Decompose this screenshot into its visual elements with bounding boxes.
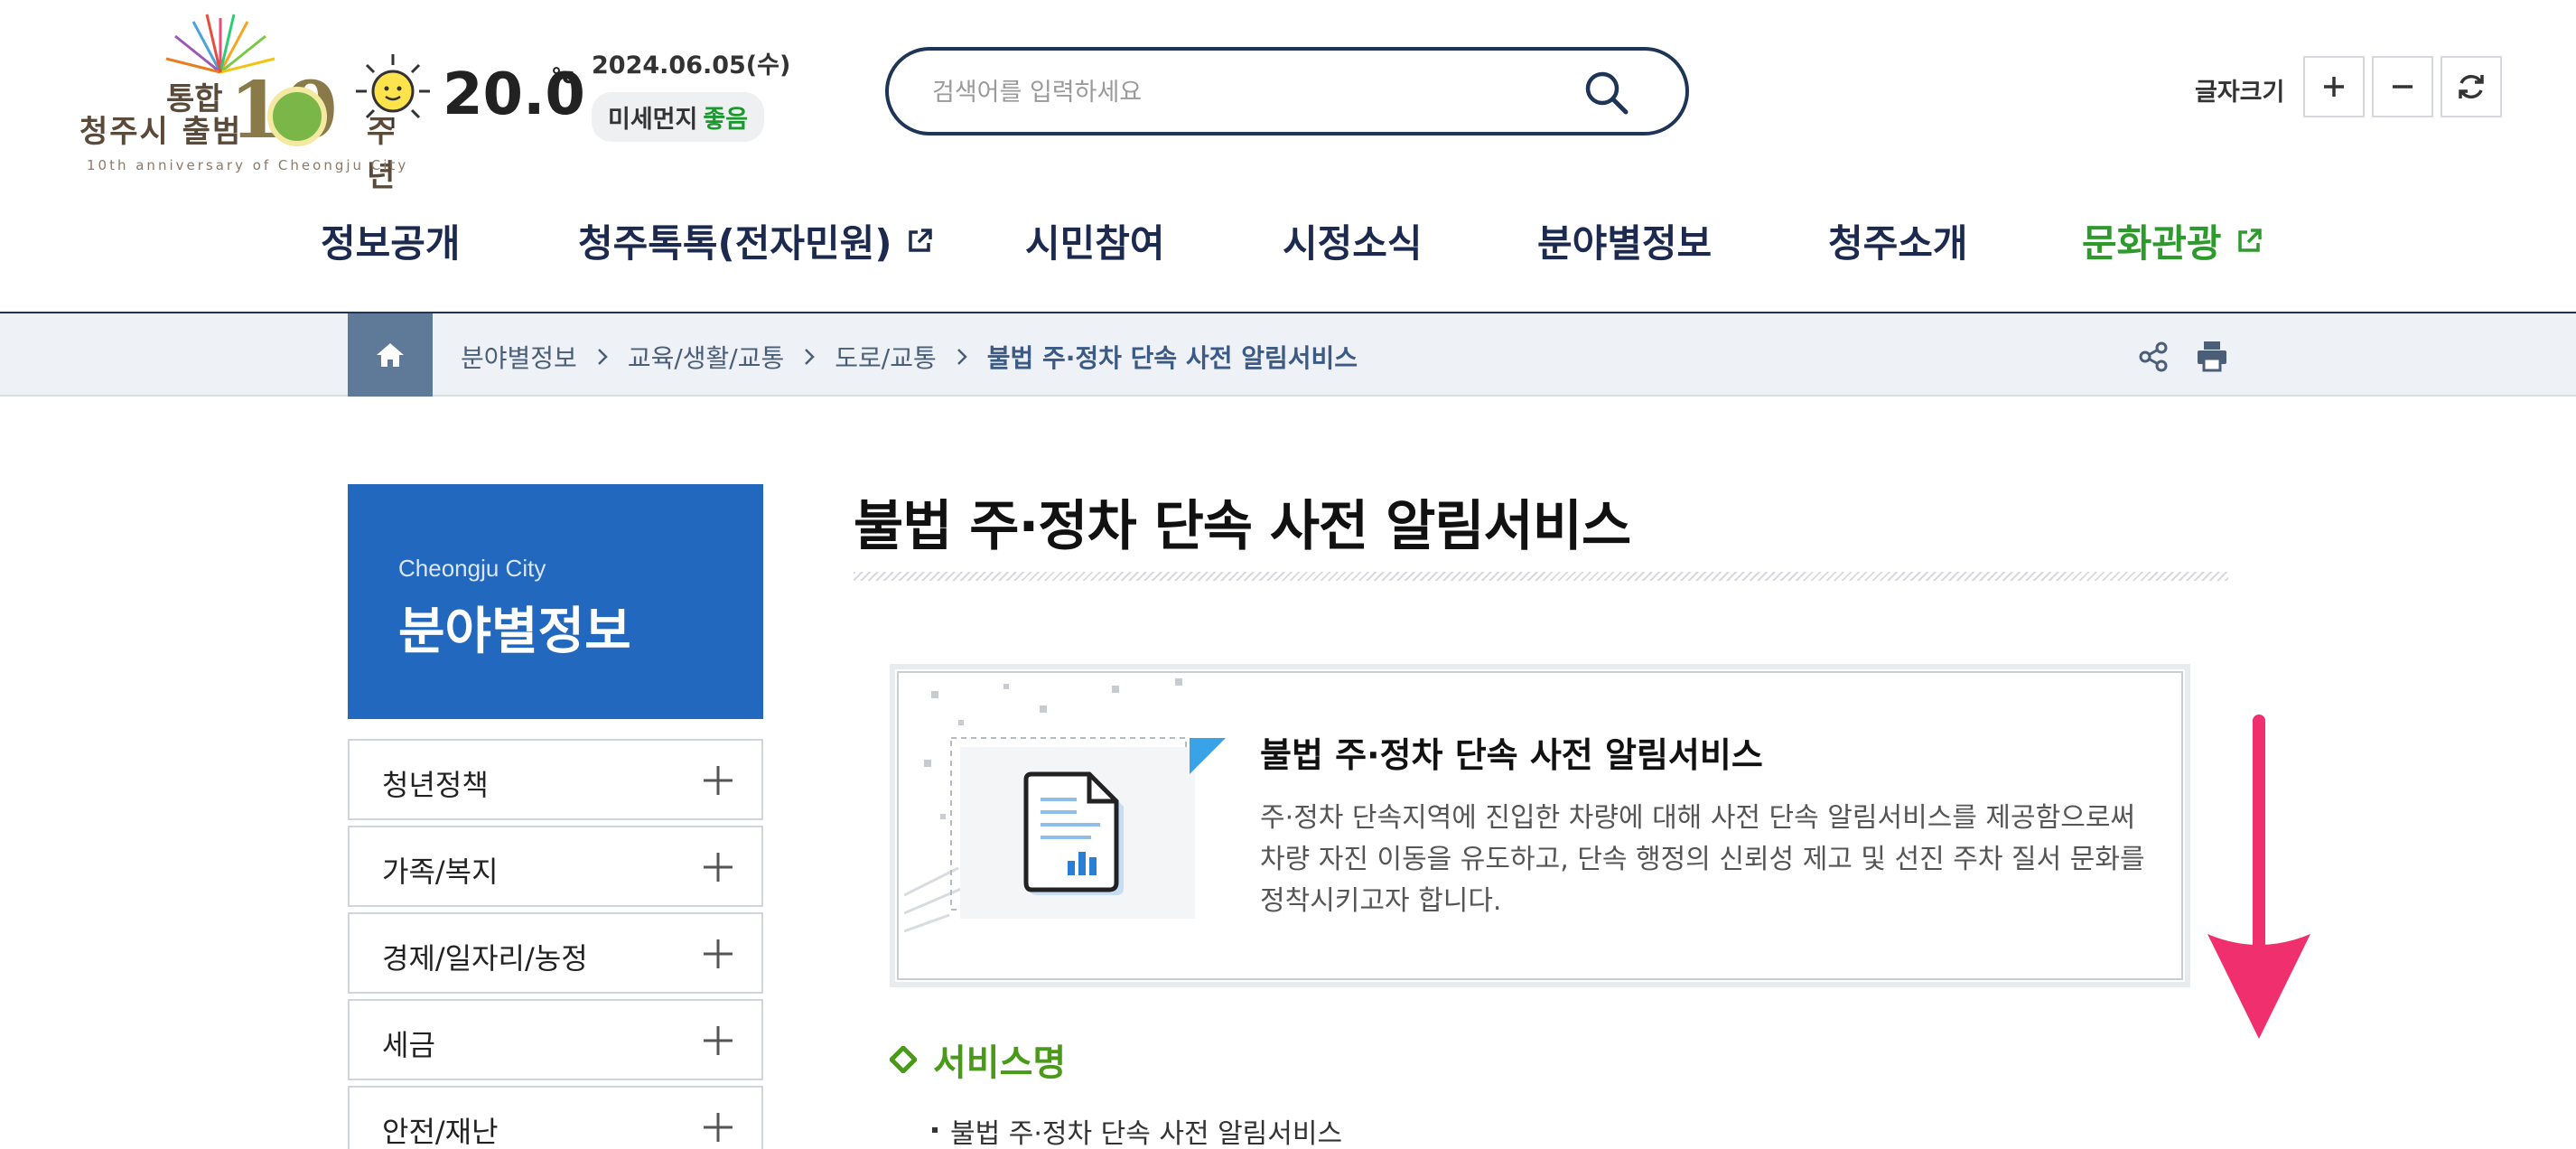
plus-icon bbox=[704, 1026, 733, 1055]
search-box bbox=[885, 47, 1689, 135]
gnb-item-culture-tourism[interactable]: 문화관광 bbox=[2082, 213, 2263, 268]
gnb-item-civil-complaint[interactable]: 청주톡톡(전자민원) bbox=[578, 213, 934, 268]
sidebar-item-tax[interactable]: 세금 bbox=[348, 999, 763, 1080]
main-navigation: 정보공개 청주톡톡(전자민원) 시민참여 시정소식 분야별정보 청주소개 문화관… bbox=[0, 201, 2576, 309]
plus-icon bbox=[704, 939, 733, 968]
city-logo[interactable]: 통합 청주시 출범 10 주년 10th anniversary of Cheo… bbox=[76, 9, 406, 194]
gnb-item-info-disclosure[interactable]: 정보공개 bbox=[321, 213, 461, 268]
leaf-icon bbox=[267, 87, 327, 146]
temperature-unit: °c bbox=[551, 63, 575, 89]
print-icon[interactable] bbox=[2195, 339, 2229, 373]
logo-subtitle: 10th anniversary of Cheongju City bbox=[87, 157, 409, 173]
intro-heading: 불법 주·정차 단속 사전 알림서비스 bbox=[1260, 735, 1763, 775]
breadcrumb-item[interactable]: 분야별정보 bbox=[461, 339, 577, 375]
sidebar-item-youth-policy[interactable]: 청년정책 bbox=[348, 739, 763, 820]
sun-icon bbox=[356, 54, 430, 128]
gnb-label: 청주톡톡(전자민원) bbox=[578, 221, 892, 266]
diamond-bullet-icon bbox=[890, 1046, 917, 1073]
breadcrumb-item[interactable]: 도로/교통 bbox=[835, 339, 936, 375]
gnb-label: 정보공개 bbox=[321, 221, 461, 266]
logo-text-2: 청주시 출범 bbox=[79, 114, 243, 150]
breadcrumb: 분야별정보 교육/생활/교통 도로/교통 불법 주·정차 단속 사전 알림서비스 bbox=[461, 339, 1358, 375]
page-title: 불법 주·정차 단속 사전 알림서비스 bbox=[854, 495, 1631, 558]
gnb-label: 문화관광 bbox=[2082, 221, 2222, 266]
font-decrease-button[interactable] bbox=[2372, 56, 2433, 117]
gnb-label: 시민참여 bbox=[1025, 221, 1165, 266]
gnb-label: 분야별정보 bbox=[1537, 221, 1713, 266]
sidebar-subtitle: Cheongju City bbox=[398, 555, 546, 582]
sidebar-item-economy-jobs[interactable]: 경제/일자리/농정 bbox=[348, 912, 763, 994]
font-increase-button[interactable] bbox=[2303, 56, 2365, 117]
gnb-item-citizen-participation[interactable]: 시민참여 bbox=[1025, 213, 1165, 268]
sidebar-item-safety-disaster[interactable]: 안전/재난 bbox=[348, 1086, 763, 1149]
section-header: 서비스명 bbox=[890, 1033, 1066, 1086]
gnb-label: 청주소개 bbox=[1828, 221, 1968, 266]
sidebar-item-label: 세금 bbox=[382, 1028, 435, 1062]
refresh-icon bbox=[2459, 74, 2484, 99]
breadcrumb-bar: 분야별정보 교육/생활/교통 도로/교통 불법 주·정차 단속 사전 알림서비스 bbox=[0, 313, 2576, 397]
fine-dust-status: 좋음 bbox=[703, 106, 749, 134]
section-title: 서비스명 bbox=[933, 1042, 1067, 1084]
gnb-label: 시정소식 bbox=[1283, 221, 1423, 266]
sidebar-item-label: 안전/재난 bbox=[382, 1115, 499, 1149]
plus-icon bbox=[704, 766, 733, 795]
home-icon bbox=[377, 343, 404, 367]
chevron-right-icon bbox=[957, 349, 967, 365]
chevron-right-icon bbox=[805, 349, 816, 365]
plus-icon bbox=[704, 1113, 733, 1142]
gnb-item-city-news[interactable]: 시정소식 bbox=[1283, 213, 1423, 268]
search-icon[interactable] bbox=[1582, 69, 1631, 117]
font-size-label: 글자크기 bbox=[2195, 79, 2285, 107]
intro-box-inner: 불법 주·정차 단속 사전 알림서비스 주·정차 단속지역에 진입한 차량에 대… bbox=[897, 671, 2183, 980]
sidebar-item-label: 가족/복지 bbox=[382, 855, 499, 889]
sidebar-item-label: 경제/일자리/농정 bbox=[382, 941, 588, 976]
chevron-right-icon bbox=[597, 349, 608, 365]
sidebar-item-label: 청년정책 bbox=[382, 768, 489, 802]
search-input[interactable] bbox=[932, 70, 1564, 114]
breadcrumb-item[interactable]: 교육/생활/교통 bbox=[628, 339, 784, 375]
external-link-icon bbox=[908, 228, 932, 252]
intro-text: 주·정차 단속지역에 진입한 차량에 대해 사전 단속 알림서비스를 제공함으로… bbox=[1260, 802, 2145, 917]
sidebar-item-family-welfare[interactable]: 가족/복지 bbox=[348, 826, 763, 907]
external-link-icon bbox=[2237, 228, 2262, 252]
share-icon[interactable] bbox=[2137, 341, 2170, 373]
title-divider bbox=[854, 572, 2228, 581]
font-reset-button[interactable] bbox=[2441, 56, 2502, 117]
intro-box: 불법 주·정차 단속 사전 알림서비스 주·정차 단속지역에 진입한 차량에 대… bbox=[890, 664, 2190, 987]
gnb-item-about-cheongju[interactable]: 청주소개 bbox=[1828, 213, 1968, 268]
date: 2024.06.05(수) bbox=[592, 51, 791, 79]
scroll-down-arrow-icon bbox=[2207, 715, 2310, 1039]
section-list-item: 불법 주·정차 단속 사전 알림서비스 bbox=[932, 1111, 1342, 1149]
plus-icon bbox=[704, 853, 733, 882]
home-button[interactable] bbox=[348, 313, 433, 397]
fine-dust-badge: 미세먼지 좋음 bbox=[592, 92, 765, 142]
sidebar-header: Cheongju City 분야별정보 bbox=[348, 484, 763, 719]
sidebar-menu: 청년정책 가족/복지 경제/일자리/농정 세금 안전/재난 bbox=[348, 739, 763, 1149]
fine-dust-label: 미세먼지 bbox=[608, 106, 698, 134]
breadcrumb-current: 불법 주·정차 단속 사전 알림서비스 bbox=[986, 343, 1358, 373]
document-chart-icon bbox=[904, 678, 1226, 933]
plus-icon bbox=[2324, 77, 2344, 97]
minus-icon bbox=[2393, 85, 2413, 89]
sidebar-title: 분야별정보 bbox=[398, 603, 631, 661]
gnb-item-field-info[interactable]: 분야별정보 bbox=[1537, 213, 1712, 268]
